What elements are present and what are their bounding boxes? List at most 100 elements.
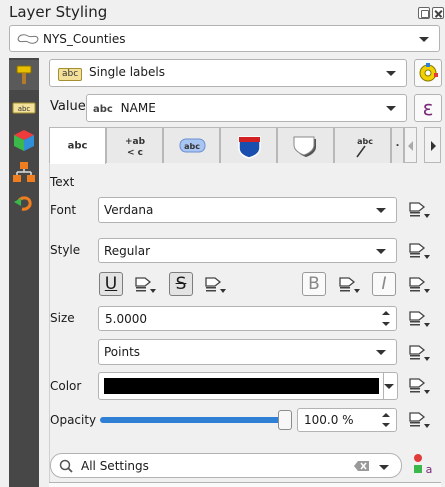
spin-up-icon[interactable] bbox=[382, 413, 390, 417]
underline-override-button[interactable] bbox=[132, 274, 158, 296]
strikeout-toggle[interactable]: S bbox=[169, 272, 193, 296]
color-swatch bbox=[104, 378, 379, 394]
bold-icon: B bbox=[308, 274, 320, 294]
italic-override-button[interactable] bbox=[406, 274, 432, 296]
size-label: Size bbox=[50, 311, 75, 325]
tabs-scroll-left-button[interactable] bbox=[404, 127, 417, 163]
diagram-icon bbox=[13, 162, 35, 182]
data-defined-override-icon bbox=[409, 202, 430, 218]
underline-toggle[interactable]: U bbox=[99, 272, 123, 296]
color-override-button[interactable] bbox=[406, 375, 432, 397]
data-defined-override-icon bbox=[409, 345, 430, 361]
symbols-settings-button[interactable]: a bbox=[412, 452, 436, 478]
expression-icon: ε bbox=[422, 96, 434, 120]
search-icon bbox=[59, 459, 73, 473]
sidebar-item-history[interactable] bbox=[9, 190, 39, 220]
polygon-layer-icon bbox=[17, 34, 39, 44]
chevron-right-icon bbox=[431, 141, 436, 151]
italic-toggle[interactable]: I bbox=[372, 272, 396, 296]
tab-buffer[interactable]: abc bbox=[163, 127, 220, 163]
preview-area bbox=[49, 482, 441, 487]
renderer-value: Single labels bbox=[89, 65, 165, 79]
data-defined-override-icon bbox=[409, 277, 430, 293]
chevron-down-icon bbox=[386, 71, 396, 76]
size-unit-select[interactable]: Points bbox=[98, 339, 397, 365]
sidebar-item-labels[interactable]: abc bbox=[9, 93, 39, 123]
chevron-down-icon bbox=[376, 208, 386, 213]
sidebar-item-symbology[interactable] bbox=[9, 60, 39, 90]
svg-text:abc: abc bbox=[184, 142, 200, 151]
font-value: Verdana bbox=[104, 203, 154, 217]
spin-up-icon[interactable] bbox=[382, 311, 390, 315]
spin-down-icon[interactable] bbox=[382, 322, 390, 326]
opacity-spinbox[interactable]: 100.0 % bbox=[297, 408, 397, 432]
expression-button[interactable]: ε bbox=[414, 94, 442, 122]
sidebar-item-3d[interactable] bbox=[9, 126, 39, 156]
float-panel-icon[interactable] bbox=[418, 7, 430, 19]
value-label: Value bbox=[50, 99, 86, 114]
label-field-select[interactable]: abc NAME bbox=[86, 94, 407, 122]
style-label: Style bbox=[50, 243, 81, 257]
chevron-left-icon bbox=[408, 141, 413, 151]
auto-apply-settings-button[interactable] bbox=[414, 59, 442, 87]
close-panel-icon[interactable] bbox=[432, 7, 444, 19]
layer-select[interactable]: NYS_Counties bbox=[9, 25, 440, 52]
placement-tab-icon: · bbox=[395, 140, 400, 151]
opacity-slider-track[interactable] bbox=[100, 417, 290, 423]
string-field-icon: abc bbox=[93, 104, 113, 115]
renderer-select[interactable]: abc Single labels bbox=[49, 59, 407, 87]
shapes-icon: a bbox=[414, 454, 432, 476]
size-value: 5.0000 bbox=[105, 311, 147, 326]
unit-override-button[interactable] bbox=[406, 342, 432, 364]
data-defined-override-icon bbox=[205, 277, 226, 293]
tab-shadow[interactable] bbox=[277, 127, 334, 163]
spin-down-icon[interactable] bbox=[382, 423, 390, 427]
data-defined-override-icon bbox=[135, 277, 156, 293]
chevron-down-icon bbox=[376, 350, 386, 355]
clear-icon[interactable] bbox=[354, 460, 370, 472]
text-tab-icon: abc bbox=[67, 140, 88, 152]
opacity-override-button[interactable] bbox=[406, 409, 432, 431]
chevron-down-icon[interactable] bbox=[379, 465, 389, 470]
color-button[interactable] bbox=[98, 372, 398, 400]
chevron-down-icon bbox=[419, 36, 429, 42]
chevron-down-icon bbox=[386, 106, 396, 111]
opacity-slider-handle[interactable] bbox=[278, 410, 292, 430]
data-defined-override-icon bbox=[409, 378, 430, 394]
font-select[interactable]: Verdana bbox=[98, 197, 397, 223]
size-override-button[interactable] bbox=[406, 308, 432, 330]
labels-icon: abc bbox=[12, 102, 36, 114]
settings-search[interactable]: All Settings bbox=[50, 453, 402, 478]
data-defined-override-icon bbox=[409, 412, 430, 428]
bold-toggle[interactable]: B bbox=[302, 272, 326, 296]
labels-tag-icon: abc bbox=[58, 68, 83, 81]
color-label: Color bbox=[50, 379, 82, 393]
sidebar-item-masks[interactable] bbox=[9, 158, 39, 188]
strikeout-override-button[interactable] bbox=[202, 274, 228, 296]
tab-background[interactable] bbox=[220, 127, 277, 163]
opacity-value: 100.0 % bbox=[304, 413, 354, 427]
data-defined-override-icon bbox=[409, 243, 430, 259]
style-select[interactable]: Regular bbox=[98, 238, 397, 263]
tab-formatting[interactable]: +ab < c bbox=[106, 127, 163, 163]
chevron-down-icon bbox=[384, 384, 394, 389]
undo-history-icon bbox=[14, 196, 32, 211]
tab-text[interactable]: abc bbox=[49, 127, 106, 164]
tab-placement[interactable]: · bbox=[391, 127, 404, 163]
data-defined-override-icon bbox=[409, 311, 430, 327]
chevron-down-icon bbox=[376, 248, 386, 254]
bold-override-button[interactable] bbox=[336, 274, 362, 296]
italic-icon: I bbox=[381, 274, 387, 294]
highway-shield-icon bbox=[238, 136, 261, 159]
size-spinbox[interactable]: 5.0000 bbox=[98, 306, 397, 331]
svg-text:abc: abc bbox=[18, 105, 31, 113]
strikeout-icon: S bbox=[175, 274, 187, 294]
svg-text:< c: < c bbox=[127, 148, 143, 158]
font-label: Font bbox=[50, 203, 77, 217]
style-override-button[interactable] bbox=[406, 240, 432, 262]
tabs-scroll-right-button[interactable] bbox=[424, 127, 441, 163]
font-override-button[interactable] bbox=[406, 199, 432, 221]
tab-callouts[interactable]: abc bbox=[334, 127, 391, 163]
gear-palette-icon bbox=[419, 63, 438, 82]
label-settings-tabs: abc +ab < c abc abc · bbox=[49, 127, 441, 164]
